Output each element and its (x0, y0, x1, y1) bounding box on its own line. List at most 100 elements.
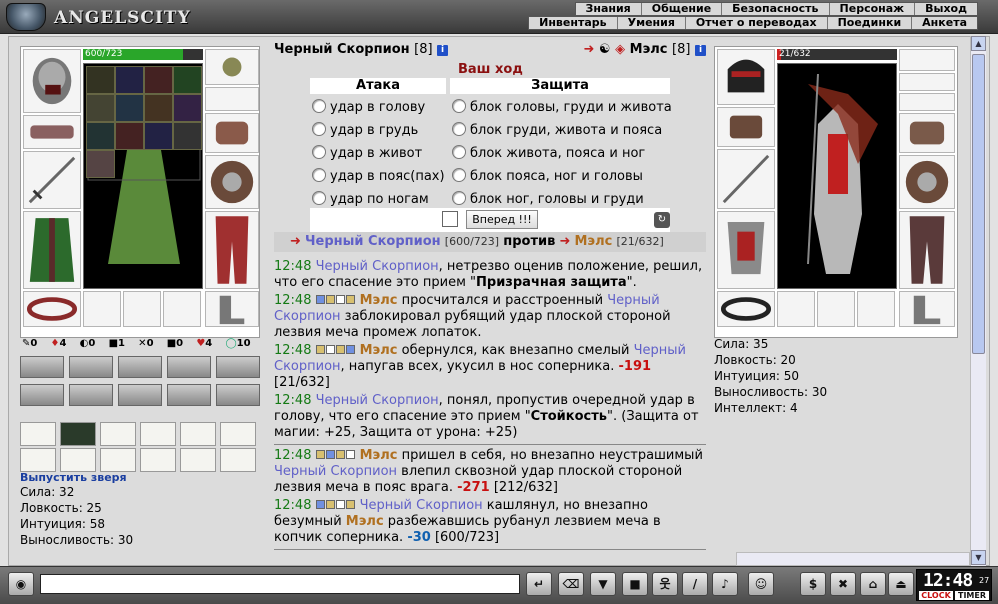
enemy-weapon-slot[interactable] (717, 149, 775, 209)
player-info-icon[interactable]: i (437, 45, 449, 56)
scroll-slot[interactable] (20, 422, 56, 446)
scroll-up-button[interactable]: ▲ (971, 36, 986, 51)
enemy-portrait[interactable] (777, 63, 897, 289)
menu-fights[interactable]: Поединки (828, 17, 913, 29)
enemy-armor-slot[interactable] (717, 211, 775, 289)
weapon-slot[interactable] (23, 151, 81, 209)
refresh-icon[interactable]: ↻ (654, 212, 670, 228)
enemy-info-icon[interactable]: i (695, 45, 706, 56)
chat-input[interactable] (40, 574, 520, 594)
attack-option[interactable]: удар в грудь (310, 119, 418, 142)
emoticon-icon[interactable]: ☺ (748, 572, 774, 596)
attack-radio[interactable] (312, 122, 326, 136)
scroll-slot[interactable] (180, 422, 216, 446)
menu-communication[interactable]: Общение (642, 3, 723, 15)
log-player-name[interactable]: Черный Скорпион (316, 259, 439, 274)
scroll-thumb[interactable] (972, 54, 985, 354)
scroll-slot[interactable] (180, 448, 216, 472)
attack-radio[interactable] (312, 168, 326, 182)
money-icon[interactable]: $ (800, 572, 826, 596)
enemy-earring-slot[interactable] (899, 73, 955, 91)
game-logo[interactable]: ANGELSCITY (6, 3, 202, 31)
ring-slot-2[interactable] (123, 291, 161, 327)
menu-skills[interactable]: Умения (618, 17, 686, 29)
scroll-down-button[interactable]: ▼ (971, 550, 986, 565)
skill-tile[interactable] (20, 356, 64, 378)
vs-player-name[interactable]: Черный Скорпион (305, 234, 441, 249)
filter-icon[interactable]: ▼ (590, 572, 616, 596)
pants-slot[interactable] (205, 211, 259, 289)
enemy-pants-slot[interactable] (899, 211, 955, 289)
scroll-slot[interactable] (140, 448, 176, 472)
skill-tile[interactable] (167, 356, 211, 378)
player-portrait[interactable] (83, 63, 203, 289)
enemy-bracers-slot[interactable] (717, 107, 775, 147)
smile-icon[interactable]: / (682, 572, 708, 596)
defense-option[interactable]: блок живота, пояса и ног (450, 142, 645, 165)
log-player-name[interactable]: Черный Скорпион (274, 464, 397, 479)
menu-knowledge[interactable]: Знания (576, 3, 642, 15)
skill-tile[interactable] (118, 356, 162, 378)
send-icon[interactable]: ↵ (526, 572, 552, 596)
attack-radio[interactable] (312, 191, 326, 205)
skill-tile[interactable] (69, 356, 113, 378)
defense-radio[interactable] (452, 99, 466, 113)
attack-option[interactable]: удар в голову (310, 96, 425, 119)
defense-option[interactable]: блок груди, живота и пояса (450, 119, 662, 142)
vertical-scrollbar[interactable]: ▲ ▼ (970, 36, 986, 566)
enemy-helmet-slot[interactable] (717, 49, 775, 105)
horizontal-scrollbar[interactable] (736, 552, 970, 566)
scroll-slot[interactable] (60, 448, 96, 472)
ring-slot-3[interactable] (163, 291, 201, 327)
enemy-ring-row[interactable] (899, 93, 955, 111)
enemy-amulet-slot[interactable] (899, 49, 955, 71)
armor-slot[interactable] (23, 211, 81, 289)
scroll-slot[interactable] (100, 422, 136, 446)
log-enemy-name[interactable]: Мэлс (360, 293, 398, 308)
mute-icon[interactable]: ♪ (712, 572, 738, 596)
log-enemy-name[interactable]: Мэлс (346, 514, 384, 529)
scroll-slot[interactable] (60, 422, 96, 446)
menu-character[interactable]: Персонаж (830, 3, 916, 15)
menu-inventory[interactable]: Инвентарь (529, 17, 618, 29)
shop-icon[interactable]: ⌂ (860, 572, 886, 596)
skill-tile[interactable] (69, 384, 113, 406)
gloves-slot[interactable] (205, 113, 259, 153)
menu-security[interactable]: Безопасность (722, 3, 830, 15)
vs-enemy-name[interactable]: Мэлс (575, 234, 613, 249)
release-beast-link[interactable]: Выпустить зверя (20, 471, 127, 484)
go-button[interactable]: Вперед !!! (466, 210, 538, 229)
player-name[interactable]: Черный Скорпион (274, 42, 410, 57)
clock-label[interactable]: CLOCK (919, 591, 953, 600)
skill-tile[interactable] (20, 384, 64, 406)
enemy-belt-slot[interactable] (717, 291, 775, 327)
amulet-slot[interactable] (205, 49, 259, 85)
earring-slot[interactable] (205, 87, 259, 111)
defense-radio[interactable] (452, 191, 466, 205)
shield-slot[interactable] (205, 155, 259, 209)
scroll-slot[interactable] (220, 448, 256, 472)
skill-tile[interactable] (216, 384, 260, 406)
helmet-slot[interactable] (23, 49, 81, 113)
skill-tile[interactable] (118, 384, 162, 406)
boots-slot[interactable] (205, 291, 259, 327)
log-player-name[interactable]: Черный Скорпион (360, 498, 483, 513)
menu-exit[interactable]: Выход (915, 3, 977, 15)
bracers-slot[interactable] (23, 115, 81, 149)
attack-radio[interactable] (312, 145, 326, 159)
defense-option[interactable]: блок головы, груди и живота (450, 96, 672, 119)
enemy-ring-slot-2[interactable] (817, 291, 855, 327)
log-enemy-name[interactable]: Мэлс (360, 448, 398, 463)
scroll-slot[interactable] (100, 448, 136, 472)
enemy-shield-slot[interactable] (899, 155, 955, 209)
chat-mode-icon[interactable]: ◉ (8, 572, 34, 596)
exit-icon[interactable]: ⏏ (888, 572, 914, 596)
log-player-name[interactable]: Черный Скорпион (316, 393, 439, 408)
skill-tile[interactable] (216, 356, 260, 378)
defense-option[interactable]: блок пояса, ног и головы (450, 165, 643, 188)
attack-radio[interactable] (312, 99, 326, 113)
menu-profile[interactable]: Анкета (912, 17, 977, 29)
menu-transfer-report[interactable]: Отчет о переводах (686, 17, 828, 29)
timer-label[interactable]: TIMER (955, 591, 989, 600)
defense-radio[interactable] (452, 168, 466, 182)
